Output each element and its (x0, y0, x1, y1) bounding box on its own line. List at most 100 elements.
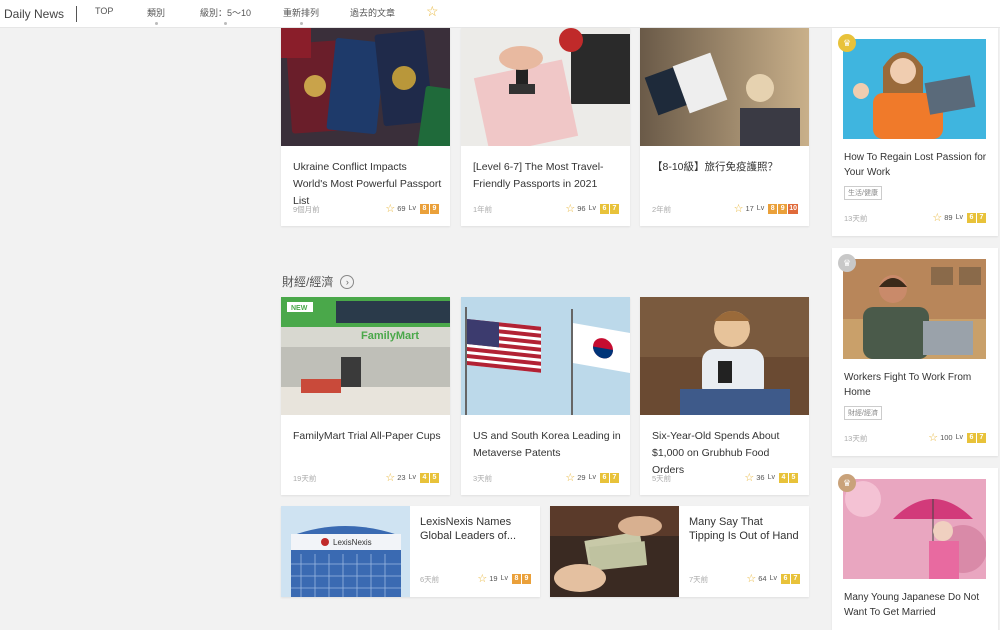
level-badge: 6 (967, 212, 976, 223)
lexisnexis-sign: LexisNexis (333, 538, 372, 547)
dropdown-dot-icon (224, 22, 228, 25)
nav-sort[interactable]: 重新排列 (283, 6, 319, 25)
category-tag[interactable]: 財經/經濟 (844, 406, 882, 420)
article-rating: ☆ 100 Lv 67 (928, 431, 986, 444)
rating-value: 36 (756, 473, 765, 482)
article-title[interactable]: [Level 6-7] The Most Travel-Friendly Pas… (473, 159, 623, 193)
nav-category-label: 類別 (147, 8, 166, 18)
article-title[interactable]: LexisNexis Names Global Leaders of... (420, 515, 532, 543)
star-icon: ☆ (744, 472, 755, 484)
article-image (843, 479, 986, 579)
article-rating: ☆ 23 Lv 45 (385, 471, 439, 484)
article-rating: ☆ 19 Lv 89 (477, 572, 531, 585)
article-title[interactable]: Workers Fight To Work From Home (844, 370, 989, 400)
article-image (843, 39, 986, 139)
article-time-ago: 9個月前 (293, 205, 320, 214)
nav-category[interactable]: 類別 (147, 6, 165, 25)
section-title-finance[interactable]: 財經/經濟 › (282, 273, 355, 290)
level-badge: 4 (779, 472, 788, 483)
article-time-ago: 6天前 (420, 575, 440, 584)
level-badge: 9 (430, 203, 439, 214)
crown-icon: ♛ (838, 254, 856, 272)
ranked-card-2[interactable]: ♛ Workers Fight To Work From Home 財經/經濟 … (832, 248, 998, 456)
article-image (461, 297, 630, 415)
level-label: Lv (955, 434, 963, 441)
article-title[interactable]: FamilyMart Trial All-Paper Cups (293, 428, 443, 445)
level-badge: 6 (967, 432, 976, 443)
nav-past-articles[interactable]: 過去的文章 (350, 6, 395, 19)
article-rating: ☆ 29 Lv 67 (565, 471, 619, 484)
level-badge: 5 (430, 472, 439, 483)
level-badge: 9 (778, 203, 788, 214)
level-label: Lv (588, 474, 596, 481)
new-label: NEW (291, 305, 308, 312)
article-card-familymart[interactable]: FamilyMart NEW FamilyMart Trial All-Pape… (281, 297, 450, 495)
level-badge: 5 (789, 472, 798, 483)
chevron-right-icon[interactable]: › (340, 274, 355, 289)
article-rating: ☆ 64 Lv 67 (746, 572, 800, 585)
article-image (461, 28, 630, 146)
nav-sort-label: 重新排列 (283, 8, 320, 18)
article-time-ago: 3天前 (473, 474, 493, 483)
level-label: Lv (408, 474, 416, 481)
article-title[interactable]: Many Say That Tipping Is Out of Hand (689, 515, 801, 543)
article-title[interactable]: 【8-10級】旅行免疫護照？ (652, 159, 802, 176)
article-image (550, 506, 679, 597)
rating-value: 89 (944, 213, 953, 222)
level-badge: 7 (791, 573, 800, 584)
article-card-travel-passports[interactable]: [Level 6-7] The Most Travel-Friendly Pas… (461, 28, 630, 226)
brand-logo[interactable]: Daily News (4, 5, 78, 22)
article-card-metaverse-patents[interactable]: US and South Korea Leading in Metaverse … (461, 297, 630, 495)
article-card-tipping[interactable]: Many Say That Tipping Is Out of Hand 7天前… (550, 506, 809, 597)
star-icon: ☆ (385, 203, 396, 215)
crown-icon: ♛ (838, 34, 856, 52)
article-card-vaccine-passport[interactable]: 【8-10級】旅行免疫護照？ 2年前 ☆ 17 Lv 8 9 10 (640, 28, 809, 226)
article-image: LexisNexis (281, 506, 410, 597)
ranked-card-1[interactable]: ♛ How To Regain Lost Passion for Your Wo… (832, 28, 998, 236)
level-label: Lv (767, 474, 775, 481)
article-card-lexisnexis[interactable]: LexisNexis LexisNexis Names Global Leade… (281, 506, 540, 597)
level-badge: 6 (781, 573, 790, 584)
article-time-ago: 2年前 (652, 205, 672, 214)
article-rating: ☆ 89 Lv 67 (932, 211, 986, 224)
familymart-sign: FamilyMart (361, 330, 419, 342)
article-rating: ☆ 96 Lv 67 (565, 202, 619, 215)
article-title[interactable]: US and South Korea Leading in Metaverse … (473, 428, 623, 462)
level-badge: 6 (600, 203, 609, 214)
level-label: Lv (769, 575, 777, 582)
ranked-card-3[interactable]: ♛ Many Young Japanese Do Not Want To Get… (832, 468, 998, 630)
level-label: Lv (408, 205, 416, 212)
level-badge: 7 (977, 432, 986, 443)
rating-value: 100 (940, 433, 953, 442)
top-nav: Daily News TOP 類別 級別：5～10 重新排列 過去的文章 ☆ (0, 0, 1000, 28)
nav-level-label: 級別：5～10 (200, 8, 252, 18)
star-icon: ☆ (565, 203, 576, 215)
article-image (281, 28, 450, 146)
nav-level[interactable]: 級別：5～10 (200, 6, 251, 25)
article-rating: ☆ 17 Lv 8 9 10 (734, 202, 798, 215)
rating-value: 19 (489, 574, 498, 583)
star-icon: ☆ (477, 573, 488, 585)
rating-value: 29 (577, 473, 586, 482)
article-title[interactable]: How To Regain Lost Passion for Your Work (844, 150, 989, 180)
level-label: Lv (756, 205, 765, 212)
level-label: Lv (955, 214, 963, 221)
category-tag[interactable]: 生活/健康 (844, 186, 882, 200)
article-card-passport-list[interactable]: Ukraine Conflict Impacts World's Most Po… (281, 28, 450, 226)
nav-top[interactable]: TOP (95, 6, 113, 16)
rating-value: 17 (745, 204, 754, 213)
article-title[interactable]: Many Young Japanese Do Not Want To Get M… (844, 590, 989, 620)
article-card-grubhub[interactable]: Six-Year-Old Spends About $1,000 on Grub… (640, 297, 809, 495)
rating-value: 96 (577, 204, 586, 213)
level-badge: 10 (788, 203, 798, 214)
level-badge: 9 (522, 573, 531, 584)
article-time-ago: 1年前 (473, 205, 493, 214)
star-icon: ☆ (746, 573, 757, 585)
level-badge: 7 (977, 212, 986, 223)
rating-value: 23 (397, 473, 406, 482)
favorites-star-icon[interactable]: ☆ (426, 3, 439, 20)
rating-value: 69 (397, 204, 406, 213)
level-badge: 8 (420, 203, 429, 214)
section-title-label: 財經/經濟 (282, 275, 334, 289)
article-rating: ☆ 69 Lv 89 (385, 202, 439, 215)
